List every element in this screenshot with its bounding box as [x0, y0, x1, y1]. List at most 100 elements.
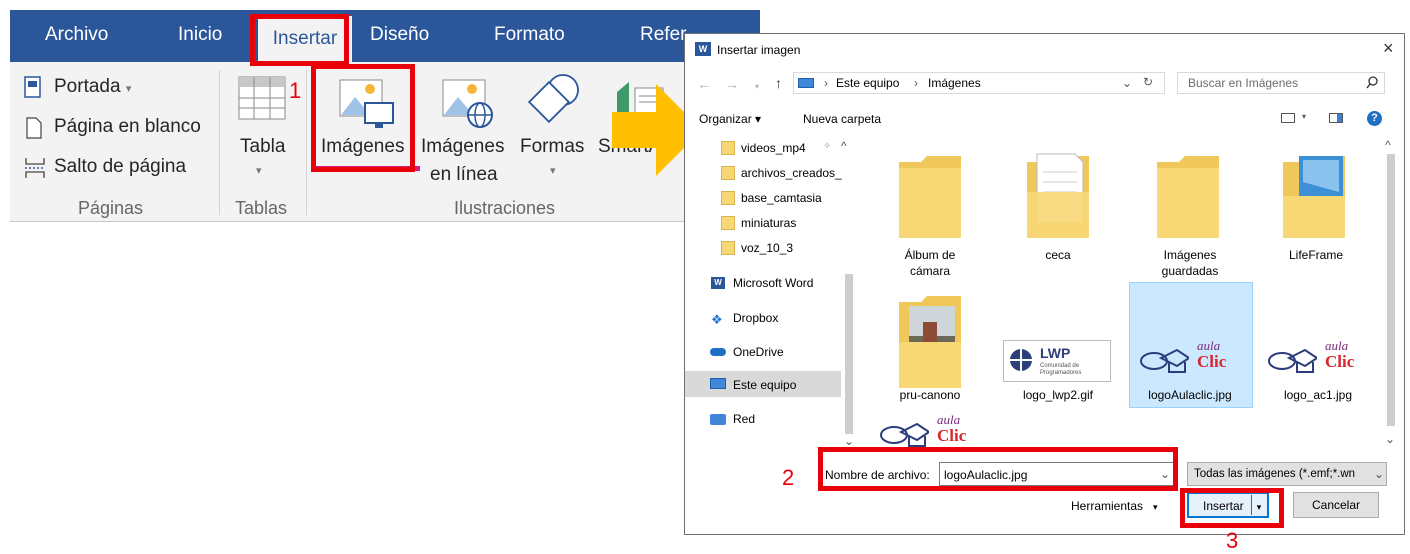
folder-icon: [721, 191, 735, 205]
tabla-button[interactable]: Tabla: [240, 136, 285, 158]
lwp-logo-subtext: Comunidad de: [1040, 363, 1080, 369]
chevron-down-icon: ▾: [125, 83, 132, 95]
item-logo-lwp2[interactable]: logo_lwp2.gif: [1003, 387, 1113, 403]
file-type-select[interactable]: Todas las imágenes (*.emf;*.wn ⌄: [1187, 462, 1387, 486]
item-label: cámara: [909, 264, 950, 278]
portada-label: Portada: [54, 76, 121, 97]
forward-arrow-icon[interactable]: →: [725, 76, 739, 92]
page-break-icon: [24, 156, 46, 180]
online-pictures-icon: [440, 77, 496, 133]
scroll-down-icon[interactable]: ⌄: [844, 434, 854, 448]
address-bar[interactable]: › Este equipo › Imágenes ⌄ ↻: [793, 72, 1165, 94]
address-dropdown-icon[interactable]: ⌄: [1122, 76, 1132, 90]
help-icon[interactable]: ?: [1367, 111, 1382, 126]
item-label: Imágenes: [1163, 248, 1217, 262]
breadcrumb-este-equipo[interactable]: Este equipo: [836, 76, 899, 90]
navigation-pane: videos_mp4 ✧ ^ archivos_creados_ base_ca…: [685, 134, 857, 452]
breadcrumb-separator: ›: [824, 76, 828, 90]
chevron-down-icon: ▾: [550, 165, 556, 177]
file-type-value: Todas las imágenes (*.emf;*.wn: [1194, 468, 1356, 480]
item-logo-ac1[interactable]: logo_ac1.jpg: [1263, 387, 1373, 403]
tab-archivo[interactable]: Archivo: [45, 24, 108, 46]
dialog-title: Insertar imagen: [717, 43, 801, 57]
search-input[interactable]: Buscar en Imágenes: [1177, 72, 1385, 94]
herramientas-button[interactable]: Herramientas ▾: [1071, 499, 1158, 513]
nueva-carpeta-button[interactable]: Nueva carpeta: [803, 112, 881, 126]
callout-box-filename: [818, 447, 1178, 491]
item-logoaulaclic[interactable]: logoAulaclic.jpg: [1135, 387, 1245, 403]
file-list-scrollbar[interactable]: [1387, 154, 1395, 426]
nav-folder-item[interactable]: voz_10_3: [741, 241, 793, 255]
chevron-down-icon[interactable]: ▾: [1302, 112, 1306, 121]
callout-box-imagenes: [311, 64, 415, 172]
back-arrow-icon[interactable]: ←: [697, 76, 711, 92]
item-album-de-camara[interactable]: Álbum de cámara: [875, 247, 985, 279]
nav-folder-item[interactable]: base_camtasia: [741, 191, 822, 205]
refresh-icon[interactable]: ↻: [1143, 75, 1153, 89]
item-label: logo_ac1.jpg: [1283, 388, 1353, 402]
computer-icon: [798, 78, 814, 88]
item-ceca[interactable]: ceca: [1003, 247, 1113, 263]
callout-step-2: 2: [782, 465, 795, 490]
item-imagenes-guardadas[interactable]: Imágenes guardadas: [1135, 247, 1245, 279]
tab-diseno[interactable]: Diseño: [370, 24, 429, 46]
file-list: Álbum de cámara ceca Imágenes guardadas …: [863, 134, 1399, 452]
item-pru-canono[interactable]: pru-canono: [875, 387, 985, 403]
organizar-button[interactable]: Organizar ▾: [699, 112, 761, 126]
chevron-down-icon: ⌄: [1374, 467, 1385, 481]
folder-icon: [895, 152, 965, 245]
nav-onedrive[interactable]: OneDrive: [733, 345, 784, 359]
item-label: logoAulaclic.jpg: [1148, 388, 1232, 402]
nav-folder-item[interactable]: miniaturas: [741, 216, 796, 230]
word-app-icon: W: [695, 42, 711, 56]
clic-text: Clic: [1197, 352, 1227, 371]
item-lifeframe[interactable]: LifeFrame: [1261, 247, 1371, 263]
shapes-icon: [525, 72, 583, 130]
history-chevron-icon[interactable]: ▾: [755, 82, 759, 91]
tab-formato[interactable]: Formato: [494, 24, 565, 46]
tab-referencias[interactable]: Refer: [640, 24, 686, 46]
scroll-down-icon[interactable]: ⌄: [1385, 432, 1395, 446]
nav-folder-item[interactable]: videos_mp4: [741, 141, 806, 155]
cover-page-icon: [24, 76, 42, 98]
callout-box-insertar: [250, 14, 349, 66]
salto-de-pagina-button[interactable]: Salto de página: [54, 156, 186, 178]
folder-icon: [721, 216, 735, 230]
pagina-en-blanco-button[interactable]: Página en blanco: [54, 116, 201, 138]
folder-icon: [1279, 152, 1349, 245]
clic-text: Clic: [937, 426, 967, 445]
group-label-paginas: Páginas: [78, 198, 144, 218]
scroll-up-icon[interactable]: ^: [841, 139, 847, 153]
imagenes-en-linea-button[interactable]: Imágenes: [421, 136, 504, 158]
formas-button[interactable]: Formas: [520, 136, 584, 158]
tab-inicio[interactable]: Inicio: [178, 24, 222, 46]
blank-page-icon: [26, 117, 42, 139]
aulaclic-logo-thumbnail: aula Clic: [1267, 338, 1371, 376]
cancelar-button[interactable]: Cancelar: [1293, 492, 1379, 518]
nav-folder-item[interactable]: archivos_creados_: [741, 166, 842, 180]
nav-microsoft-word[interactable]: Microsoft Word: [733, 276, 813, 290]
up-arrow-icon[interactable]: ↑: [775, 75, 782, 91]
breadcrumb-imagenes[interactable]: Imágenes: [928, 76, 981, 90]
folder-icon: [895, 292, 965, 395]
nav-este-equipo[interactable]: Este equipo: [733, 378, 796, 392]
imagenes-en-linea-label-2: en línea: [430, 164, 498, 185]
command-bar: Organizar ▾ Nueva carpeta ▾ ?: [685, 103, 1404, 133]
preview-pane-icon[interactable]: [1329, 113, 1343, 123]
lwp-logo-thumbnail: LWP Comunidad de Programadores: [1003, 340, 1111, 382]
nav-dropbox[interactable]: Dropbox: [733, 311, 778, 325]
view-options-icon[interactable]: [1281, 113, 1295, 123]
item-label: Álbum de: [904, 248, 956, 262]
item-label: logo_lwp2.gif: [1022, 388, 1094, 402]
folder-icon: [721, 166, 735, 180]
folder-icon: [721, 241, 735, 255]
group-separator: [306, 70, 307, 215]
portada-button[interactable]: Portada ▾: [54, 76, 131, 98]
scroll-up-icon[interactable]: ^: [1385, 138, 1391, 152]
lwp-logo-subtext: Programadores: [1040, 370, 1082, 376]
group-label-ilustraciones: Ilustraciones: [454, 198, 556, 218]
close-button[interactable]: ×: [1383, 38, 1394, 59]
nav-scrollbar[interactable]: [845, 274, 853, 434]
nav-red[interactable]: Red: [733, 412, 755, 426]
aulaclic-logo-thumbnail: aula Clic: [1139, 338, 1243, 376]
